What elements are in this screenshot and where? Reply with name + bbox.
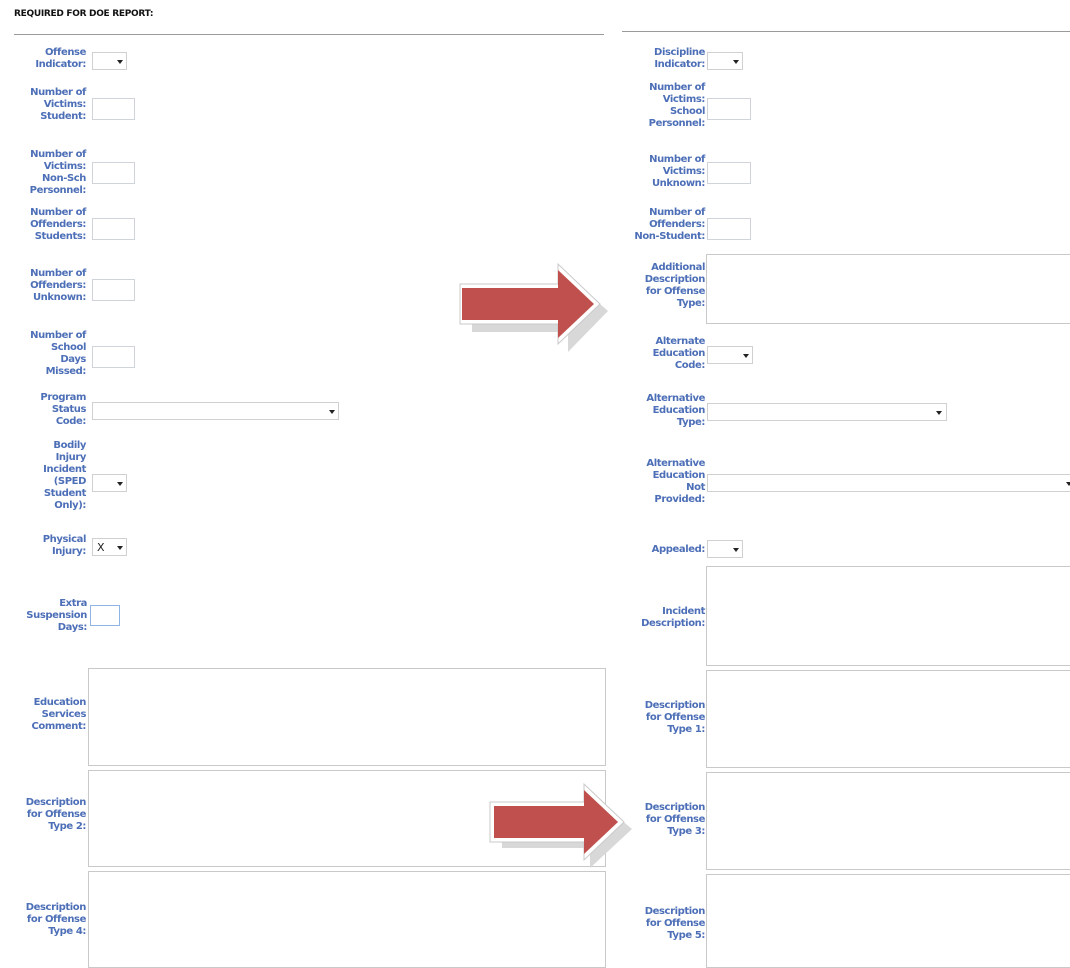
victims-student-label: Number of Victims: Student:	[30, 87, 86, 122]
chevron-down-icon	[117, 60, 123, 64]
additional-desc-label: Additional Description for Offense Type:	[644, 262, 706, 309]
chevron-down-icon	[743, 354, 749, 358]
offenders-students-label: Number of Offenders: Students:	[30, 207, 86, 242]
days-missed-input[interactable]	[92, 346, 135, 368]
appealed-label: Appealed:	[651, 544, 706, 555]
right-arrow-icon	[459, 262, 608, 352]
desc-type4-textarea[interactable]	[88, 871, 606, 968]
victims-nonsch-label: Number of Victims: Non-Sch Personnel:	[29, 149, 87, 196]
program-status-label: Program Status Code:	[40, 392, 86, 427]
alt-ed-not-provided-label: Alternative Education Not Provided:	[646, 458, 705, 505]
offenders-unknown-input[interactable]	[92, 279, 135, 301]
discipline-indicator-select[interactable]	[707, 52, 743, 70]
incident-desc-textarea[interactable]	[706, 566, 1070, 666]
offense-indicator-label: Offense Indicator:	[35, 47, 86, 70]
victims-unknown-input[interactable]	[707, 162, 751, 184]
chevron-down-icon	[1066, 482, 1070, 486]
desc-type4-label: Description for Offense Type 4:	[25, 902, 87, 937]
alt-ed-code-label: Alternate Education Code:	[652, 336, 706, 371]
desc-type5-textarea[interactable]	[706, 874, 1070, 968]
discipline-indicator-label: Discipline Indicator:	[654, 47, 705, 70]
physical-injury-label: Physical Injury:	[42, 534, 87, 557]
alt-ed-type-select[interactable]	[707, 403, 947, 421]
bodily-injury-select[interactable]	[92, 474, 127, 492]
days-missed-label: Number of School Days Missed:	[30, 330, 86, 377]
chevron-down-icon	[117, 482, 123, 486]
extra-suspension-input[interactable]	[90, 605, 120, 626]
chevron-down-icon	[733, 60, 739, 64]
offenders-students-input[interactable]	[92, 218, 135, 240]
victims-student-input[interactable]	[92, 98, 135, 120]
section-title: REQUIRED FOR DOE REPORT:	[14, 9, 154, 19]
education-services-textarea[interactable]	[88, 668, 606, 766]
appealed-select[interactable]	[707, 540, 743, 558]
program-status-select[interactable]	[92, 402, 339, 420]
desc-type1-label: Description for Offense Type 1:	[644, 700, 706, 735]
victims-school-input[interactable]	[707, 98, 751, 120]
offenders-nonstudent-label: Number of Offenders: Non-Student:	[634, 207, 705, 242]
education-services-label: Education Services Comment:	[31, 697, 86, 732]
victims-unknown-label: Number of Victims: Unknown:	[649, 154, 705, 189]
right-arrow-icon	[489, 782, 632, 868]
incident-desc-label: Incident Description:	[641, 606, 705, 629]
alt-ed-type-label: Alternative Education Type:	[646, 393, 705, 428]
physical-injury-select[interactable]: X	[92, 538, 127, 556]
additional-desc-textarea[interactable]	[706, 254, 1070, 324]
desc-type1-textarea[interactable]	[706, 670, 1070, 768]
chevron-down-icon	[936, 411, 942, 415]
offenders-nonstudent-input[interactable]	[707, 218, 751, 240]
chevron-down-icon	[117, 546, 123, 550]
chevron-down-icon	[733, 548, 739, 552]
offense-indicator-select[interactable]	[92, 52, 127, 70]
victims-school-label: Number of Victims: School Personnel:	[648, 82, 706, 129]
victims-nonsch-input[interactable]	[92, 162, 135, 184]
right-divider	[622, 31, 1070, 32]
extra-suspension-label: Extra Suspension Days:	[26, 598, 87, 633]
left-divider	[14, 34, 604, 35]
desc-type5-label: Description for Offense Type 5:	[644, 906, 706, 941]
alt-ed-not-provided-select[interactable]	[707, 474, 1070, 492]
bodily-injury-label: Bodily Injury Incident (SPED Student Onl…	[43, 440, 86, 511]
desc-type2-label: Description for Offense Type 2:	[25, 797, 87, 832]
offenders-unknown-label: Number of Offenders: Unknown:	[30, 268, 86, 303]
desc-type3-textarea[interactable]	[706, 772, 1070, 870]
alt-ed-code-select[interactable]	[707, 346, 753, 364]
chevron-down-icon	[329, 410, 335, 414]
